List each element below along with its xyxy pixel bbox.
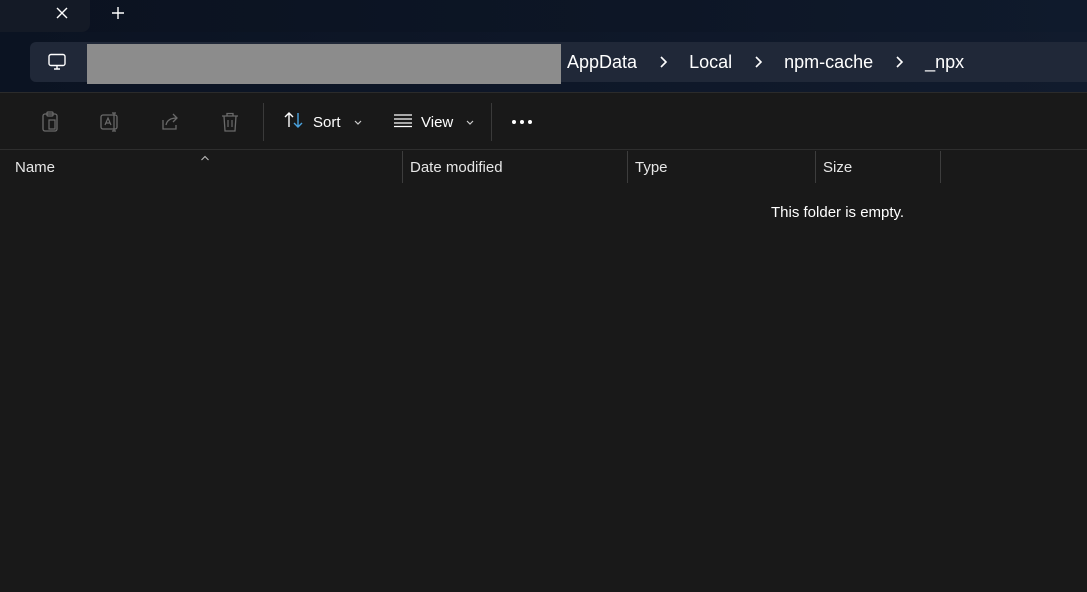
chevron-right-icon[interactable] [873, 55, 925, 69]
navigation-bar: AppData Local npm-cache _npx [0, 32, 1087, 92]
sort-icon [283, 110, 305, 134]
empty-folder-message: This folder is empty. [771, 204, 905, 221]
delete-icon[interactable] [213, 107, 247, 137]
breadcrumb-item-npm-cache[interactable]: npm-cache [784, 52, 873, 73]
redacted-path-segment [87, 44, 561, 84]
column-divider[interactable] [940, 151, 941, 183]
chevron-right-icon[interactable] [637, 55, 689, 69]
monitor-icon[interactable] [40, 50, 74, 74]
address-bar[interactable]: AppData Local npm-cache _npx [30, 42, 1087, 84]
paste-icon[interactable] [33, 107, 67, 137]
share-icon[interactable] [153, 107, 187, 137]
column-header-date-modified[interactable]: Date modified [403, 151, 627, 183]
close-icon[interactable] [50, 0, 74, 26]
active-tab[interactable] [0, 0, 90, 32]
title-bar [0, 0, 1087, 32]
command-bar: Sort View [0, 92, 1087, 150]
sort-button[interactable]: Sort [283, 107, 363, 137]
column-headers: Name Date modified Type Size [0, 151, 1087, 184]
breadcrumb-item-local[interactable]: Local [689, 52, 732, 73]
view-label: View [421, 113, 454, 131]
ellipsis-icon[interactable] [505, 107, 539, 137]
toolbar-divider [263, 103, 264, 141]
chevron-down-icon [353, 114, 363, 131]
column-header-size[interactable]: Size [816, 151, 940, 183]
column-header-name[interactable]: Name [8, 151, 402, 183]
breadcrumb: AppData Local npm-cache _npx [567, 42, 964, 82]
breadcrumb-item-npx[interactable]: _npx [925, 52, 964, 73]
rename-icon[interactable] [93, 107, 127, 137]
view-button[interactable]: View [393, 107, 475, 137]
toolbar-divider [491, 103, 492, 141]
chevron-right-icon[interactable] [732, 55, 784, 69]
sort-label: Sort [313, 113, 341, 131]
breadcrumb-item-appdata[interactable]: AppData [567, 52, 637, 73]
chevron-down-icon [465, 114, 475, 131]
view-lines-icon [393, 112, 413, 132]
column-header-type[interactable]: Type [628, 151, 815, 183]
plus-icon[interactable] [106, 0, 130, 26]
